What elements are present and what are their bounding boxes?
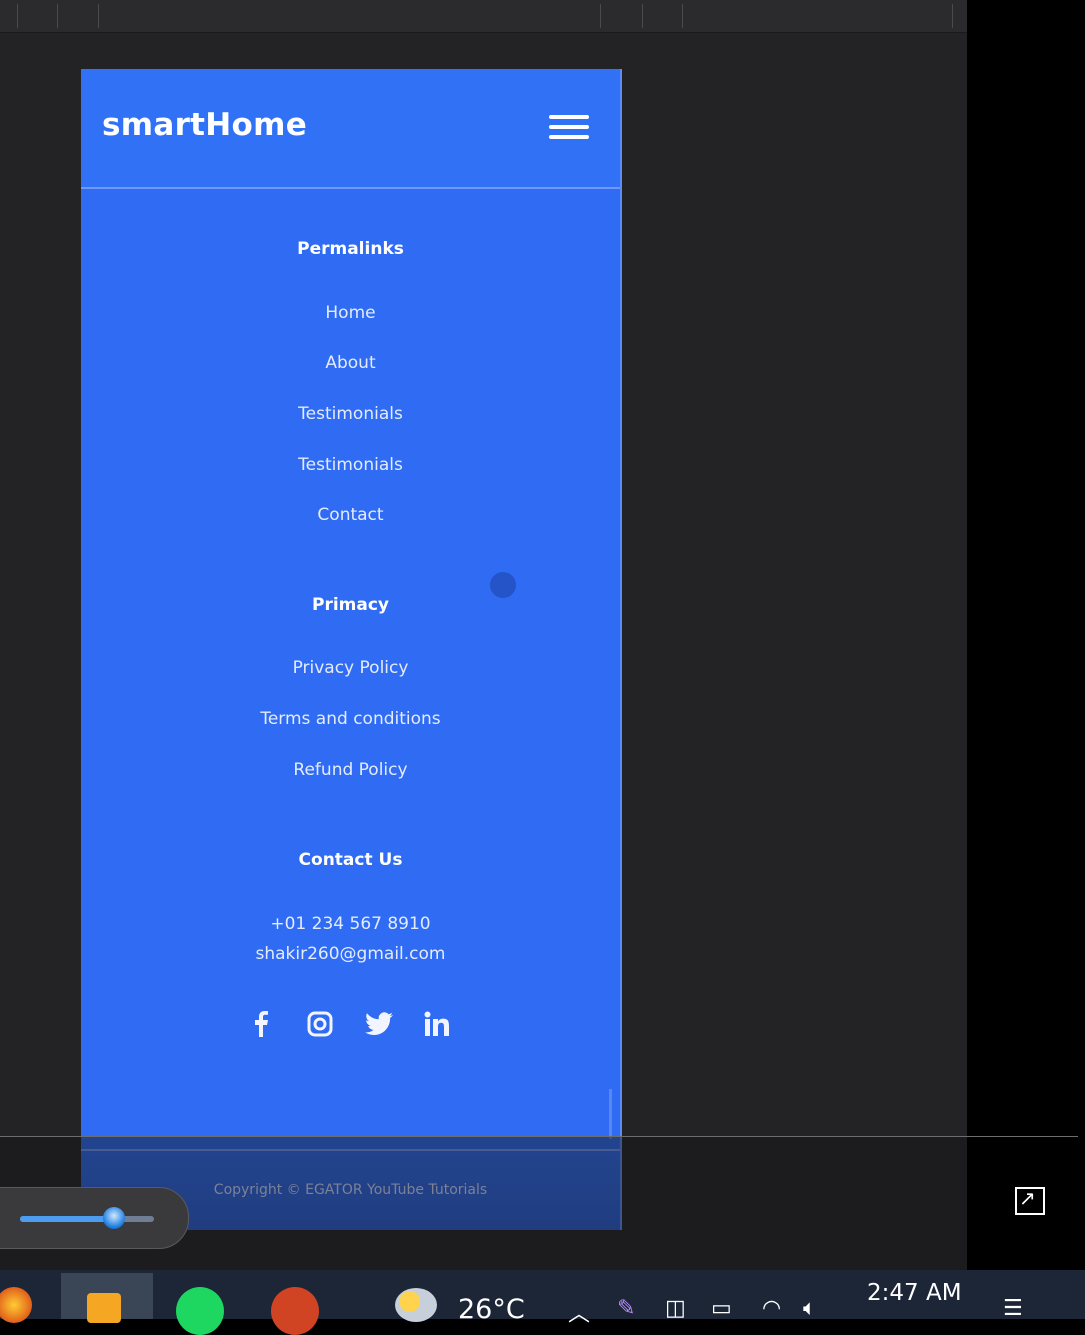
weather-icon[interactable] (395, 1288, 437, 1322)
network-status-icon[interactable]: ▭ (711, 1296, 732, 1321)
powerpoint-icon[interactable] (271, 1287, 319, 1335)
permalinks-title: Permalinks (297, 239, 404, 259)
chevron-up-icon[interactable]: ︿ (568, 1296, 590, 1328)
top-toolbar (0, 0, 967, 33)
link-testimonials-2[interactable]: Testimonials (81, 455, 620, 475)
contact-email[interactable]: shakir260@gmail.com (81, 944, 620, 964)
speaker-icon[interactable]: 🔈︎ (803, 1296, 816, 1321)
volume-knob[interactable] (103, 1207, 125, 1229)
link-about[interactable]: About (81, 353, 620, 373)
instagram-icon[interactable] (305, 1009, 335, 1039)
link-home[interactable]: Home (81, 303, 620, 323)
linkedin-icon[interactable] (423, 1009, 453, 1039)
contact-phone[interactable]: +01 234 567 8910 (81, 914, 620, 934)
clock-time[interactable]: 2:47 AM (867, 1280, 962, 1306)
link-contact[interactable]: Contact (81, 505, 620, 525)
hamburger-menu-icon[interactable] (549, 115, 591, 143)
seek-bar[interactable] (0, 1136, 1078, 1137)
contact-title: Contact Us (298, 850, 403, 870)
wifi-icon[interactable]: ◠ (762, 1296, 781, 1321)
link-testimonials[interactable]: Testimonials (81, 404, 620, 424)
camera-icon[interactable]: ◫ (665, 1296, 686, 1321)
notification-icon[interactable]: ☰ (1003, 1296, 1023, 1321)
weather-temperature[interactable]: 26°C (458, 1294, 525, 1325)
pen-icon[interactable]: ✎ (617, 1296, 635, 1321)
link-terms[interactable]: Terms and conditions (81, 709, 620, 729)
brand-logo[interactable]: smartHome (102, 107, 307, 143)
twitter-icon[interactable] (364, 1009, 394, 1039)
facebook-icon[interactable] (246, 1009, 276, 1039)
primacy-title: Primacy (311, 595, 389, 615)
popout-icon[interactable] (1015, 1186, 1045, 1215)
spotify-icon[interactable] (176, 1287, 224, 1335)
link-refund-policy[interactable]: Refund Policy (81, 760, 620, 780)
volume-fill (20, 1216, 114, 1222)
mobile-preview: smartHome Permalinks Home About Testimon… (81, 69, 622, 1230)
side-black-panel (967, 0, 1085, 1270)
link-privacy-policy[interactable]: Privacy Policy (81, 658, 620, 678)
site-header: smartHome (81, 69, 620, 189)
